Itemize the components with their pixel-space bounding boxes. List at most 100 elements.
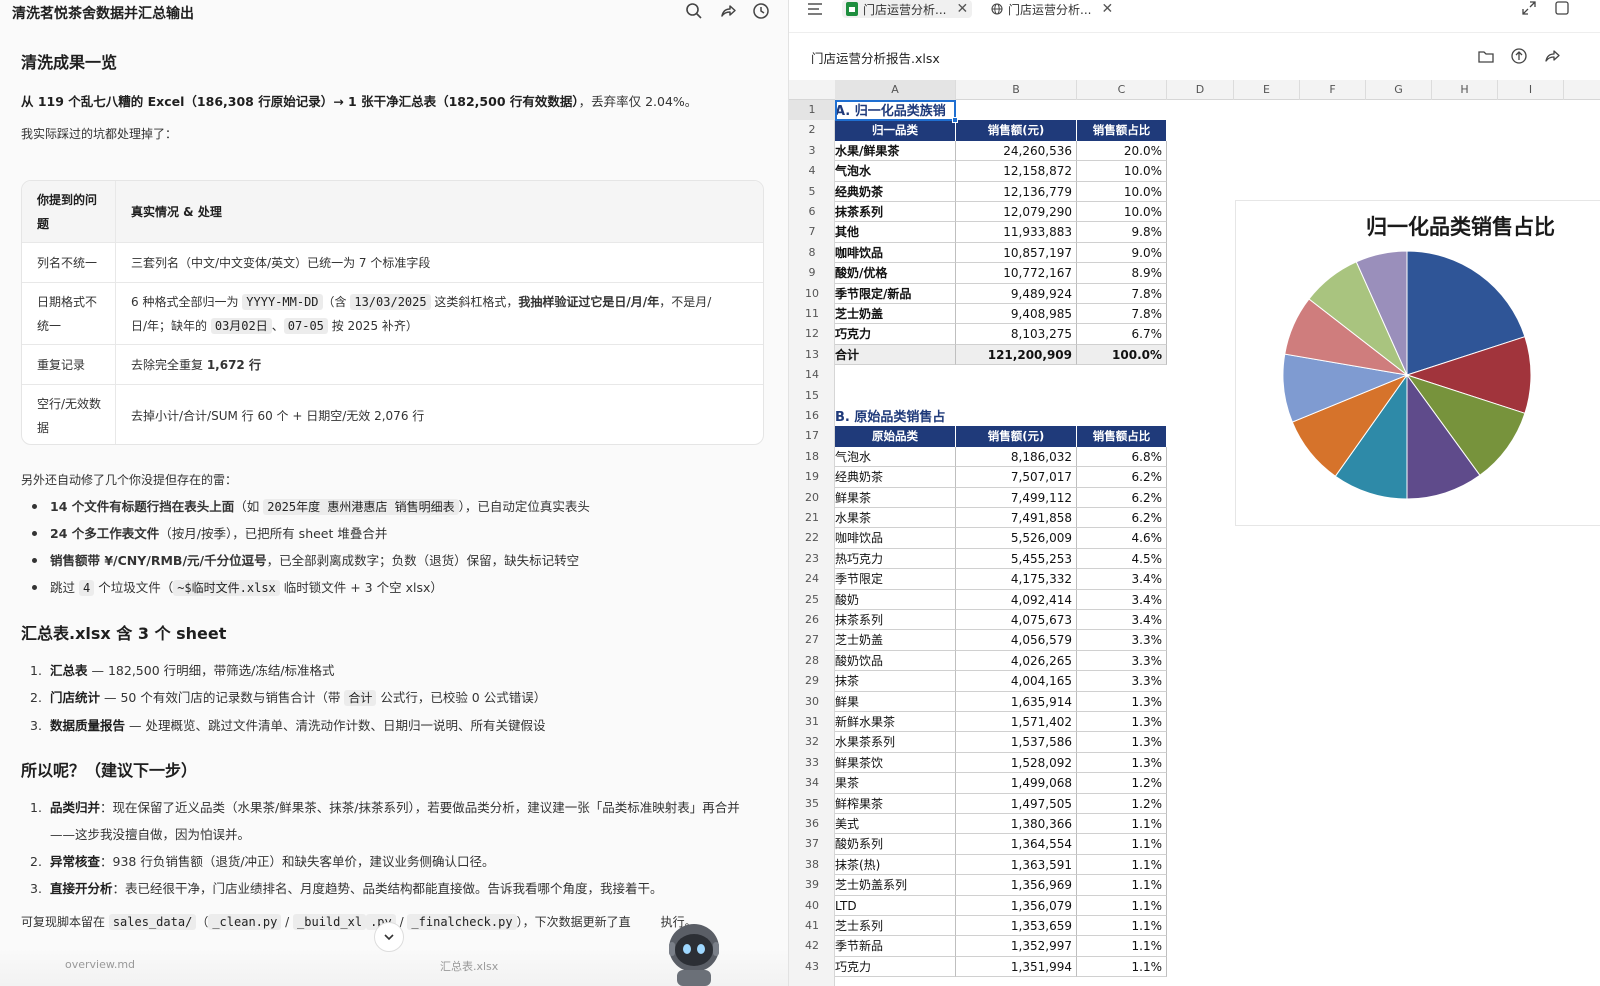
row-header[interactable]: 21 <box>789 508 835 528</box>
row-header[interactable]: 36 <box>789 814 835 834</box>
window-icon[interactable] <box>1555 1 1569 15</box>
share-cell[interactable]: 1.3% <box>1077 752 1167 774</box>
category-cell[interactable]: 鲜果 <box>835 691 956 712</box>
share-cell[interactable]: 4.6% <box>1077 528 1167 549</box>
share-cell[interactable]: 1.1% <box>1077 814 1167 835</box>
share-cell[interactable]: 1.3% <box>1077 732 1167 753</box>
row-header[interactable]: 32 <box>789 732 835 752</box>
row-header[interactable]: 37 <box>789 834 835 854</box>
category-cell[interactable]: 水果茶系列 <box>835 732 956 753</box>
share-cell[interactable]: 1.3% <box>1077 691 1167 712</box>
expand-icon[interactable] <box>1522 1 1536 15</box>
sales-cell[interactable]: 1,499,068 <box>956 773 1077 794</box>
sales-cell[interactable]: 12,136,779 <box>956 181 1077 202</box>
sales-cell[interactable]: 1,528,092 <box>956 752 1077 774</box>
row-header[interactable]: 27 <box>789 630 835 650</box>
row-header[interactable]: 28 <box>789 651 835 671</box>
column-header[interactable]: I <box>1498 80 1564 100</box>
row-header[interactable]: 14 <box>789 365 835 385</box>
sales-cell[interactable]: 4,175,332 <box>956 569 1077 590</box>
row-header[interactable]: 33 <box>789 753 835 773</box>
sales-cell[interactable]: 8,103,275 <box>956 324 1077 345</box>
row-header[interactable]: 10 <box>789 284 835 304</box>
share-cell[interactable]: 1.1% <box>1077 956 1167 978</box>
sales-cell[interactable]: 11,933,883 <box>956 222 1077 243</box>
category-cell[interactable]: 季节限定 <box>835 569 956 590</box>
share-cell[interactable]: 10.0% <box>1077 161 1167 182</box>
share-cell[interactable]: 6.8% <box>1077 446 1167 468</box>
sales-cell[interactable]: 4,026,265 <box>956 650 1077 672</box>
category-cell[interactable]: 鲜果茶 <box>835 487 956 508</box>
sales-cell[interactable]: 1,635,914 <box>956 691 1077 712</box>
share-cell[interactable]: 9.0% <box>1077 242 1167 264</box>
share-cell[interactable]: 1.1% <box>1077 875 1167 896</box>
menu-icon[interactable] <box>807 2 823 16</box>
category-cell[interactable]: 芝士奶盖 <box>835 304 956 325</box>
sales-cell[interactable]: 1,356,969 <box>956 875 1077 896</box>
category-cell[interactable]: 酸奶系列 <box>835 834 956 855</box>
row-header[interactable]: 16 <box>789 406 835 426</box>
share-cell[interactable]: 3.4% <box>1077 589 1167 610</box>
share-cell[interactable]: 1.2% <box>1077 793 1167 814</box>
sales-cell[interactable]: 1,571,402 <box>956 712 1077 733</box>
row-header[interactable]: 22 <box>789 528 835 548</box>
sales-cell[interactable]: 4,004,165 <box>956 671 1077 692</box>
share-cell[interactable]: 3.3% <box>1077 671 1167 692</box>
category-cell[interactable]: 巧克力 <box>835 956 956 978</box>
category-cell[interactable]: 水果/鲜果茶 <box>835 140 956 162</box>
share-cell[interactable]: 6.2% <box>1077 467 1167 488</box>
category-cell[interactable]: 经典奶茶 <box>835 467 956 488</box>
sales-cell[interactable]: 1,363,591 <box>956 854 1077 876</box>
table-header-cell[interactable]: 原始品类 <box>835 426 956 447</box>
row-header[interactable]: 5 <box>789 182 835 202</box>
share-cell[interactable]: 4.5% <box>1077 548 1167 570</box>
share-cell[interactable]: 1.2% <box>1077 773 1167 794</box>
share-cell[interactable]: 1.3% <box>1077 712 1167 733</box>
row-header[interactable]: 3 <box>789 141 835 161</box>
share-cell[interactable]: 1.1% <box>1077 916 1167 937</box>
share-cell[interactable]: 6.2% <box>1077 487 1167 508</box>
share-cell[interactable]: 10.0% <box>1077 181 1167 202</box>
sales-cell[interactable]: 8,186,032 <box>956 446 1077 468</box>
category-cell[interactable]: 抹茶(热) <box>835 854 956 876</box>
row-header[interactable]: 9 <box>789 263 835 283</box>
sales-cell[interactable]: 5,455,253 <box>956 548 1077 570</box>
share-cell[interactable]: 1.1% <box>1077 895 1167 916</box>
column-header[interactable]: B <box>956 80 1077 100</box>
sales-cell[interactable]: 1,497,505 <box>956 793 1077 814</box>
row-header[interactable]: 23 <box>789 549 835 569</box>
category-cell[interactable]: 鲜榨果茶 <box>835 793 956 814</box>
tab-spreadsheet[interactable]: 门店运营分析... ✕ <box>842 0 973 18</box>
search-icon[interactable] <box>683 0 705 22</box>
share-cell[interactable]: 1.1% <box>1077 936 1167 957</box>
scroll-down-button[interactable] <box>374 922 404 952</box>
category-cell[interactable]: LTD <box>835 895 956 916</box>
close-icon[interactable]: ✕ <box>956 1 968 17</box>
category-cell[interactable]: 季节新品 <box>835 936 956 957</box>
category-cell[interactable]: 芝士系列 <box>835 916 956 937</box>
row-header[interactable]: 19 <box>789 467 835 487</box>
row-header[interactable]: 4 <box>789 161 835 181</box>
row-header[interactable]: 29 <box>789 671 835 691</box>
sales-cell[interactable]: 4,075,673 <box>956 610 1077 631</box>
share-cell[interactable]: 7.8% <box>1077 304 1167 325</box>
sales-cell[interactable]: 10,772,167 <box>956 263 1077 284</box>
sales-cell[interactable]: 7,507,017 <box>956 467 1077 488</box>
sales-cell[interactable]: 1,364,554 <box>956 834 1077 855</box>
assistant-mascot-icon[interactable] <box>665 912 723 986</box>
category-cell[interactable]: 其他 <box>835 222 956 243</box>
row-header[interactable]: 11 <box>789 304 835 324</box>
row-header[interactable]: 24 <box>789 569 835 589</box>
table-header-cell[interactable]: 销售额占比 <box>1077 426 1167 447</box>
share-cell[interactable]: 8.9% <box>1077 263 1167 284</box>
row-header[interactable]: 6 <box>789 202 835 222</box>
category-cell[interactable]: 芝士奶盖 <box>835 630 956 651</box>
spreadsheet-grid[interactable]: ABCDEFGHI 1 2 3 4 5 6 7 8 9 10 11 12 13 14 15 16 17 18 19 2… <box>789 80 1600 986</box>
row-header[interactable]: 13 <box>789 345 835 365</box>
upload-icon[interactable] <box>1510 47 1528 65</box>
share-cell[interactable]: 6.7% <box>1077 324 1167 345</box>
row-header[interactable]: 20 <box>789 488 835 508</box>
sales-cell[interactable]: 9,489,924 <box>956 283 1077 304</box>
row-header[interactable]: 12 <box>789 324 835 344</box>
row-header[interactable]: 30 <box>789 692 835 712</box>
